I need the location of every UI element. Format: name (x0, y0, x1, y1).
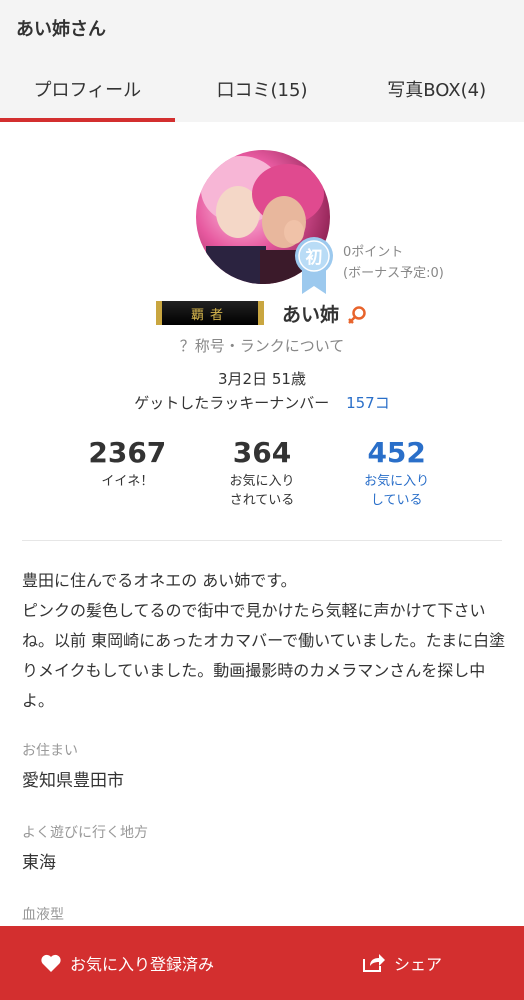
tab-bar: プロフィール 口コミ(15) 写真BOX(4) (0, 56, 524, 122)
bonus-value: (ボーナス予定:0) (343, 266, 444, 281)
tab-photo-box[interactable]: 写真BOX(4) (349, 56, 524, 122)
tab-reviews[interactable]: 口コミ(15) (175, 56, 350, 122)
share-button[interactable]: シェア (241, 926, 524, 1000)
lucky-number-label: ゲットしたラッキーナンバー (134, 394, 330, 412)
favorited-by-count: 364 (232, 436, 292, 469)
lucky-number-row: ゲットしたラッキーナンバー 157コ (0, 392, 524, 413)
ribbon-label: 初 (306, 247, 323, 268)
user-name: あい姉 (282, 304, 340, 326)
area-value: 東海 (22, 853, 56, 873)
stat-favorited-by: 364 お気に入り されている (195, 436, 330, 516)
title-badge-text: 覇者 (190, 307, 229, 323)
likes-label: イイネ！ (101, 474, 154, 489)
stat-favorites[interactable]: 452 お気に入り している (329, 436, 464, 516)
points-value: 0ポイント (343, 245, 404, 260)
beginner-ribbon-icon: 初 (295, 237, 333, 294)
points-info: 0ポイント (ボーナス予定:0) (343, 242, 444, 284)
likes-count: 2367 (88, 436, 167, 469)
share-icon (362, 954, 385, 972)
female-symbol-icon (348, 306, 366, 324)
birthdate-age: 3月2日 51歳 (218, 370, 306, 388)
lucky-number-value[interactable]: 157コ (346, 394, 390, 412)
divider (22, 540, 502, 541)
area-label: よく遊びに行く地方 (22, 825, 148, 841)
favorite-label: お気に入り登録済み (70, 955, 215, 974)
top-bar: あい姉さん (0, 0, 524, 56)
stat-likes: 2367 イイネ！ (60, 436, 195, 516)
stats-row: 2367 イイネ！ 364 お気に入り されている 452 お気に入り している (60, 436, 464, 516)
residence-value: 愛知県豊田市 (22, 771, 124, 791)
favorites-count[interactable]: 452 (329, 436, 464, 470)
blood-type-label: 血液型 (22, 907, 64, 923)
tab-profile[interactable]: プロフィール (0, 56, 175, 122)
residence-label: お住まい (22, 743, 78, 759)
share-label: シェア (393, 955, 442, 974)
rank-info-link[interactable]: ？称号・ランクについて (0, 335, 524, 356)
favorite-button[interactable]: お気に入り登録済み (0, 926, 241, 1000)
favorites-label[interactable]: お気に入り している (329, 472, 464, 510)
heart-icon (41, 954, 61, 972)
bottom-action-bar: お気に入り登録済み シェア (0, 926, 524, 1000)
profile-screen: あい姉さん プロフィール 口コミ(15) 写真BOX(4) 初 0ポイント (ボ… (0, 0, 524, 1000)
title-badge: 覇者 (156, 301, 264, 325)
favorited-by-label: お気に入り されている (229, 474, 295, 508)
page-title: あい姉さん (16, 19, 106, 40)
bio-text: 豊田に住んでるオネエの あい姉です。 ピンクの髪色してるので街中で見かけたら気軽… (22, 571, 506, 710)
rank-row: 覇者 あい姉 (0, 300, 524, 328)
